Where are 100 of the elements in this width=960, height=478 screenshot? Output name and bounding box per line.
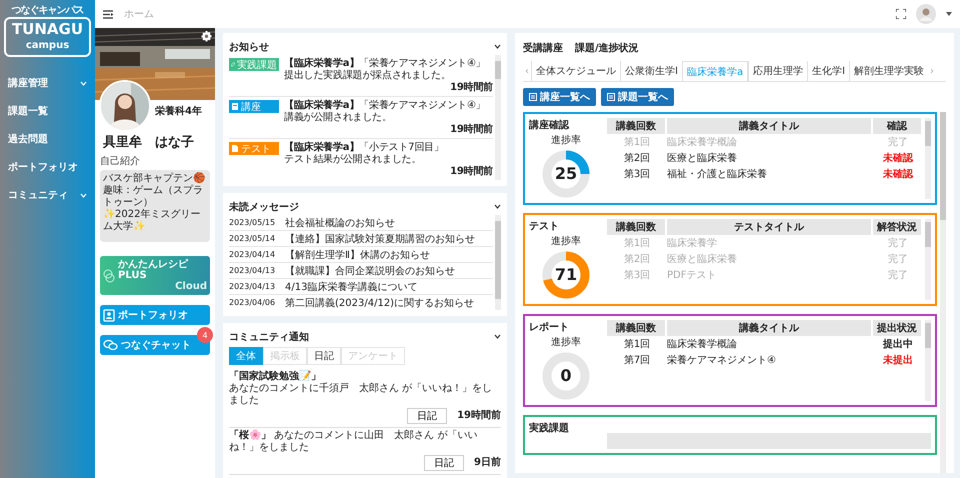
message-subject[interactable]: 第二回講義(2023/4/12)に関するお知らせ: [285, 296, 474, 310]
table-cell[interactable]: 栄養ケアマネジメント④: [667, 352, 873, 368]
table-cell-text: 第7回: [622, 354, 652, 368]
profile-card-icon: [103, 308, 115, 322]
scrollbar[interactable]: [495, 55, 501, 180]
table-cell-text: 第2回: [622, 253, 652, 267]
table-cell[interactable]: 福祉・介護と臨床栄養: [667, 166, 873, 182]
status-cell-text: 完了: [887, 268, 909, 283]
notice-title[interactable]: 【臨床栄養学a】「小テスト7回目」: [284, 142, 493, 154]
status-cell-text: 未提出: [882, 354, 914, 368]
table-cell-text: 第1回: [622, 237, 652, 251]
message-subject[interactable]: 社会福祉概論のお知らせ: [285, 216, 395, 230]
scrollbar[interactable]: [940, 112, 946, 473]
table-cell-text: 第3回: [622, 168, 652, 182]
sidebar-item[interactable]: 課題一覧: [0, 97, 95, 125]
department-label: 栄養科4年: [155, 104, 202, 118]
timestamp: 19時間前: [457, 410, 501, 422]
panel-title: 受講講座: [523, 41, 563, 55]
list-button[interactable]: 講座一覧へ: [523, 88, 596, 106]
message-subject[interactable]: 4/13臨床栄養学講義について: [285, 280, 418, 294]
notification-text: あなたのコメントに千須戸 太郎さん が「いいね！」をしました: [229, 383, 494, 407]
bio-label: 自己紹介: [100, 155, 141, 168]
progress-value: 0: [560, 367, 572, 385]
menu-icon[interactable]: [103, 10, 114, 18]
column-header: 講義タイトル: [667, 118, 873, 134]
scrollbar[interactable]: [925, 118, 931, 199]
section-title: テスト: [529, 220, 559, 233]
filter-tab[interactable]: 全体: [229, 347, 263, 365]
section-title: 実践課題: [529, 421, 569, 435]
recipe-link-button[interactable]: かんたんレシピPLUS Cloud: [100, 256, 210, 295]
status-cell-text: 完了: [887, 136, 909, 150]
list-button[interactable]: 課題一覧へ: [601, 88, 674, 106]
category-tag[interactable]: 日記: [424, 455, 464, 471]
scrollbar[interactable]: [925, 219, 931, 300]
book-icon: [231, 102, 239, 111]
table-cell-text: 第2回: [622, 152, 652, 166]
progress-value: 71: [554, 266, 578, 284]
message-date: 2023/05/15: [229, 218, 276, 227]
list-icon: [529, 93, 537, 101]
notice-title[interactable]: 【臨床栄養学a】「栄養ケアマネジメント④」: [284, 100, 493, 112]
chevron-down-icon: [494, 334, 501, 339]
fullscreen-icon[interactable]: [896, 9, 906, 19]
column-header: 講義回数: [607, 118, 667, 134]
message-subject[interactable]: 【連絡】国家試験対策夏期講習のお知らせ: [285, 232, 475, 246]
column-header: テストタイトル: [667, 219, 873, 235]
list-icon: [607, 93, 615, 101]
message-date: 2023/05/14: [229, 234, 276, 243]
message-date: 2023/04/14: [229, 250, 276, 259]
chevron-down-icon: [494, 204, 501, 209]
progress-label: 進捗率: [551, 336, 581, 349]
course-tab[interactable]: 臨床栄養学a: [682, 61, 748, 81]
table-cell[interactable]: 医療と臨床栄養: [667, 150, 873, 166]
sidebar-item[interactable]: コミュニティ: [0, 181, 95, 209]
message-date: 2023/04/13: [229, 282, 276, 291]
caret-icon[interactable]: [946, 12, 952, 16]
notification-text: 「桜🌸」 あなたのコメントに山田 太郎さん が「いいね！」をしました: [229, 430, 478, 454]
status-cell-text: 完了: [887, 252, 909, 267]
column-header: 講義回数: [607, 219, 667, 235]
notice-text: 講義が公開されました。: [284, 112, 393, 124]
category-badge: 講座: [229, 100, 279, 113]
table-cell-text: 第1回: [622, 338, 652, 352]
table-cell-text: 第1回: [622, 136, 652, 150]
chevron-down-icon: [494, 44, 501, 49]
notice-text: テスト結果が公開されました。: [284, 154, 422, 166]
sidebar-item[interactable]: ポートフォリオ: [0, 153, 95, 181]
column-header: 講義タイトル: [667, 320, 873, 336]
timestamp: 19時間前: [450, 82, 493, 94]
category-badge: 実践課題: [229, 58, 279, 71]
message-subject[interactable]: 【解剖生理学Ⅱ】休講のお知らせ: [285, 248, 430, 262]
scrollbar[interactable]: [925, 320, 931, 401]
category-tag[interactable]: 日記: [407, 408, 448, 424]
timestamp: 19時間前: [450, 124, 493, 136]
table-cell-text: 第3回: [622, 269, 652, 283]
notice-title[interactable]: 【臨床栄養学a】「栄養ケアマネジメント④」: [284, 58, 493, 70]
progress-value: 25: [554, 165, 578, 183]
sidebar-item[interactable]: 過去問題: [0, 125, 95, 153]
portfolio-link-button[interactable]: ポートフォリオ: [100, 305, 210, 325]
column-header: 解答状況: [873, 219, 923, 235]
sidebar-item[interactable]: 講座管理: [0, 69, 95, 97]
count-badge: 4: [197, 327, 213, 343]
timestamp: 9日前: [474, 457, 501, 469]
scrollbar[interactable]: [495, 215, 501, 310]
table-cell[interactable]: 臨床栄養学概論: [667, 336, 873, 352]
user-name: 具里牟 はな子: [102, 135, 195, 150]
status-cell-text: 未確認: [882, 168, 914, 182]
status-cell-text: 提出中: [882, 338, 914, 352]
leaf-icon: [231, 60, 235, 69]
avatar-icon[interactable]: [916, 4, 936, 24]
status-cell-text: 完了: [887, 236, 909, 251]
filter-tab[interactable]: 日記: [307, 347, 341, 365]
message-subject[interactable]: 【就職課】合同企業説明会のお知らせ: [285, 264, 455, 278]
panel-subtitle: 課題/進捗状況: [575, 42, 639, 55]
category-badge: テスト: [229, 142, 279, 155]
chat-icon: [103, 339, 118, 351]
message-date: 2023/04/06: [229, 298, 276, 307]
column-header: 講義回数: [607, 320, 667, 336]
card-title: 未読メッセージ: [229, 200, 299, 214]
column-header: 提出状況: [873, 320, 923, 336]
card-title: お知らせ: [229, 40, 269, 54]
timestamp: 19時間前: [450, 166, 493, 178]
